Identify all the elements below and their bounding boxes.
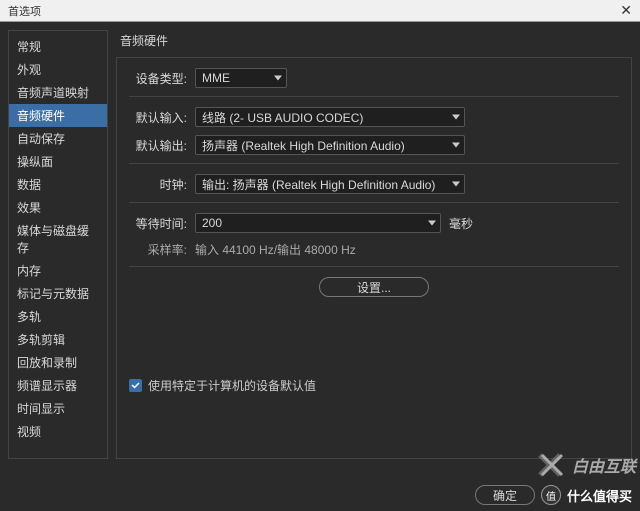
latency-label: 等待时间: — [129, 215, 187, 232]
sidebar-item[interactable]: 内存 — [9, 259, 107, 282]
chevron-down-icon — [274, 76, 282, 81]
badge-text: 值 — [546, 488, 556, 503]
settings-button[interactable]: 设置... — [319, 277, 429, 297]
close-icon[interactable]: ✕ — [620, 2, 632, 19]
divider — [129, 202, 619, 203]
sidebar-item[interactable]: 外观 — [9, 58, 107, 81]
badge-icon: 值 — [541, 485, 561, 505]
default-input-select[interactable]: 线路 (2- USB AUDIO CODEC) — [195, 107, 465, 127]
footer-slogan: 什么值得买 — [567, 486, 632, 505]
sidebar-item[interactable]: 时间显示 — [9, 397, 107, 420]
default-output-select[interactable]: 扬声器 (Realtek High Definition Audio) — [195, 135, 465, 155]
use-defaults-label: 使用特定于计算机的设备默认值 — [148, 377, 316, 394]
audio-hardware-panel: 设备类型: MME 默认输入: 线路 (2- USB AUDIO CODEC) … — [116, 57, 632, 459]
ok-button-label: 确定 — [493, 487, 517, 504]
clock-value: 输出: 扬声器 (Realtek High Definition Audio) — [202, 176, 435, 193]
sidebar-item[interactable]: 效果 — [9, 196, 107, 219]
chevron-down-icon — [428, 221, 436, 226]
checkbox-icon — [129, 379, 142, 392]
divider — [129, 96, 619, 97]
sidebar-item[interactable]: 多轨 — [9, 305, 107, 328]
sidebar-item[interactable]: 操纵面 — [9, 150, 107, 173]
sidebar-item[interactable]: 回放和录制 — [9, 351, 107, 374]
sidebar-item[interactable]: 频谱显示器 — [9, 374, 107, 397]
titlebar: 首选项 ✕ — [0, 0, 640, 22]
main-area: 常规外观音频声道映射音频硬件自动保存操纵面数据效果媒体与磁盘缓存内存标记与元数据… — [0, 22, 640, 467]
clock-label: 时钟: — [129, 176, 187, 193]
sidebar-item[interactable]: 视频 — [9, 420, 107, 443]
sidebar-item[interactable]: 标记与元数据 — [9, 282, 107, 305]
samplerate-value: 输入 44100 Hz/输出 48000 Hz — [195, 241, 356, 258]
sidebar-item[interactable]: 音频声道映射 — [9, 81, 107, 104]
clock-select[interactable]: 输出: 扬声器 (Realtek High Definition Audio) — [195, 174, 465, 194]
latency-select[interactable]: 200 — [195, 213, 441, 233]
device-type-select[interactable]: MME — [195, 68, 287, 88]
settings-button-label: 设置... — [357, 279, 391, 296]
sidebar: 常规外观音频声道映射音频硬件自动保存操纵面数据效果媒体与磁盘缓存内存标记与元数据… — [8, 30, 108, 459]
ok-button[interactable]: 确定 — [475, 485, 535, 505]
sidebar-item[interactable]: 数据 — [9, 173, 107, 196]
panel-title: 音频硬件 — [116, 30, 632, 57]
default-output-label: 默认输出: — [129, 137, 187, 154]
divider — [129, 266, 619, 267]
device-type-value: MME — [202, 71, 230, 85]
chevron-down-icon — [452, 143, 460, 148]
window-title: 首选项 — [8, 3, 620, 19]
device-type-label: 设备类型: — [129, 70, 187, 87]
sidebar-item[interactable]: 自动保存 — [9, 127, 107, 150]
default-output-value: 扬声器 (Realtek High Definition Audio) — [202, 137, 405, 154]
latency-value: 200 — [202, 216, 222, 230]
chevron-down-icon — [452, 182, 460, 187]
content: 音频硬件 设备类型: MME 默认输入: 线路 (2- USB AUDIO CO… — [116, 30, 632, 459]
chevron-down-icon — [452, 115, 460, 120]
default-input-label: 默认输入: — [129, 109, 187, 126]
default-input-value: 线路 (2- USB AUDIO CODEC) — [202, 109, 363, 126]
divider — [129, 163, 619, 164]
sidebar-item[interactable]: 音频硬件 — [9, 104, 107, 127]
sidebar-item[interactable]: 多轨剪辑 — [9, 328, 107, 351]
samplerate-label: 采样率: — [129, 241, 187, 258]
use-defaults-checkbox-row[interactable]: 使用特定于计算机的设备默认值 — [129, 377, 316, 394]
footer: 确定 值 什么值得买 — [475, 485, 632, 505]
sidebar-item[interactable]: 媒体与磁盘缓存 — [9, 219, 107, 259]
latency-unit: 毫秒 — [449, 215, 473, 232]
sidebar-item[interactable]: 常规 — [9, 35, 107, 58]
